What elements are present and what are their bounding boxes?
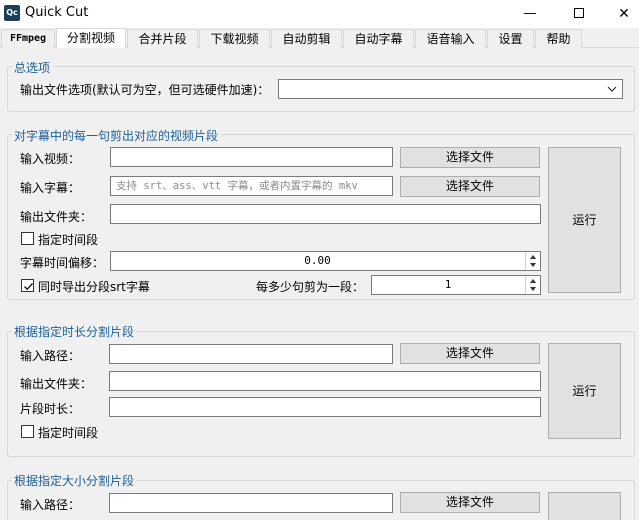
run-subtitle-split-button[interactable]: 运行 [548,147,621,293]
close-icon: ✕ [618,6,630,22]
input-subtitle-field[interactable]: 支持 srt、ass、vtt 字幕，或者内置字幕的 mkv [110,176,393,196]
run-size-split-button[interactable] [548,492,621,520]
choose-video-file-button[interactable]: 选择文件 [400,147,540,168]
title-bar: Qc Quick Cut — ✕ [0,0,639,28]
duration-output-folder-label: 输出文件夹： [20,377,93,391]
chevron-down-icon [607,86,617,92]
duration-input-path-label: 输入路径： [20,349,81,363]
output-folder-field[interactable] [110,204,541,224]
app-logo-icon: Qc [4,5,20,21]
segment-duration-label: 片段时长： [20,402,81,416]
spin-buttons [525,276,540,294]
output-option-label: 输出文件选项(默认可为空，但可选硬件加速)： [20,83,270,97]
minimize-icon: — [523,6,537,21]
spin-up-icon[interactable] [526,276,540,285]
maximize-icon [574,7,584,18]
duration-choose-file-button[interactable]: 选择文件 [400,343,540,364]
run-duration-split-button[interactable]: 运行 [548,343,621,439]
duration-time-range-checkbox[interactable] [21,425,34,438]
subtitle-split-title: 对字幕中的每一句剪出对应的视频片段 [12,127,221,144]
tab-split-video[interactable]: 分割视频 [56,28,126,48]
general-options-title: 总选项 [12,59,53,76]
size-input-path-field[interactable] [109,493,393,513]
minimize-button[interactable]: — [508,0,552,28]
tab-help[interactable]: 帮助 [535,29,582,48]
subtitle-offset-label: 字幕时间偏移： [20,256,105,270]
subtitle-offset-spinbox[interactable]: 0.00 [110,251,541,271]
time-range-label: 指定时间段 [38,233,99,247]
tab-settings[interactable]: 设置 [487,29,534,48]
export-srt-label: 同时导出分段srt字幕 [38,280,150,294]
tab-voice-input[interactable]: 语音输入 [415,29,486,48]
segment-duration-field[interactable] [109,397,541,417]
duration-time-range-label: 指定时间段 [38,426,99,440]
close-button[interactable]: ✕ [602,0,639,28]
duration-input-path-field[interactable] [109,344,393,364]
export-srt-checkbox[interactable] [21,279,34,292]
sentences-per-segment-value: 1 [444,278,452,291]
size-input-path-label: 输入路径： [20,498,81,512]
time-range-checkbox[interactable] [21,232,34,245]
tab-auto-subtitle[interactable]: 自动字幕 [343,29,414,48]
tab-auto-edit[interactable]: 自动剪辑 [271,29,342,48]
sentences-per-segment-spinbox[interactable]: 1 [371,275,541,295]
tab-download-video[interactable]: 下载视频 [199,29,270,48]
spin-down-icon[interactable] [526,285,540,294]
duration-split-title: 根据指定时长分割片段 [12,323,137,340]
spin-down-icon[interactable] [526,261,540,270]
window-title: Quick Cut [25,5,89,20]
choose-subtitle-file-button[interactable]: 选择文件 [400,176,540,197]
sentences-per-segment-label: 每多少句剪为一段： [256,280,365,294]
spin-up-icon[interactable] [526,252,540,261]
spin-buttons [525,252,540,270]
maximize-button[interactable] [557,0,601,28]
size-choose-file-button[interactable]: 选择文件 [400,492,540,513]
duration-output-folder-field[interactable] [109,371,541,391]
subtitle-offset-value: 0.00 [304,254,331,267]
input-video-label: 输入视频： [20,152,81,166]
output-folder-label: 输出文件夹： [20,210,93,224]
checkmark-icon [23,282,34,291]
tab-merge-segments[interactable]: 合并片段 [127,29,198,48]
tab-ffmpeg[interactable]: FFmpeg [1,29,55,48]
output-option-combo[interactable] [278,79,623,99]
input-subtitle-label: 输入字幕： [20,181,81,195]
size-split-title: 根据指定大小分割片段 [12,472,137,489]
input-video-field[interactable] [110,147,393,167]
